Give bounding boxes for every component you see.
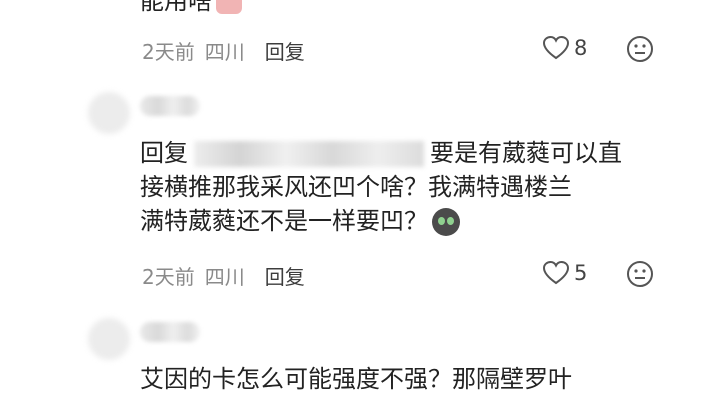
dislike-button[interactable] xyxy=(626,35,654,67)
emoji-icon xyxy=(216,0,242,14)
comment-1-text: 能用啥 xyxy=(140,0,242,18)
comment-3-text: 艾因的卡怎么可能强度不强？那隔壁罗叶 xyxy=(140,362,680,396)
comment-2-meta: 2天前 四川 回复 xyxy=(142,261,305,290)
comment-3-line-1: 艾因的卡怎么可能强度不强？那隔壁罗叶 xyxy=(140,365,572,393)
reply-button[interactable]: 回复 xyxy=(265,36,305,65)
mention-blurred[interactable] xyxy=(194,141,424,167)
like-count: 8 xyxy=(574,36,588,60)
like-count: 5 xyxy=(574,261,588,285)
comment-location: 四川 xyxy=(204,265,245,289)
comment-2-line-3: 满特葳蕤还不是一样要凹？ xyxy=(140,204,680,238)
neutral-face-icon xyxy=(627,36,653,62)
like-button[interactable]: 8 xyxy=(542,35,587,61)
avatar[interactable] xyxy=(88,92,130,134)
reply-prefix: 回复 xyxy=(140,139,188,167)
heart-icon xyxy=(542,260,570,285)
username-blurred[interactable] xyxy=(140,322,200,342)
neutral-face-icon xyxy=(627,261,653,287)
comment-1-text-tail: 能用啥 xyxy=(140,0,212,15)
comment-2-line-2: 接横推那我采风还凹个啥？我满特遇楼兰 xyxy=(140,173,572,201)
comment-2-text: 回复 要是有葳蕤可以直 接横推那我采风还凹个啥？我满特遇楼兰 满特葳蕤还不是一样要… xyxy=(140,136,680,238)
comment-time: 2天前 xyxy=(142,265,195,289)
reply-button[interactable]: 回复 xyxy=(265,261,305,290)
comment-2-line-1: 回复 要是有葳蕤可以直 xyxy=(140,139,622,167)
avatar[interactable] xyxy=(88,318,130,360)
comment-location: 四川 xyxy=(204,40,245,64)
heart-icon xyxy=(542,35,570,60)
comment-1-meta: 2天前 四川 回复 xyxy=(142,36,305,65)
username-blurred[interactable] xyxy=(140,96,200,116)
cat-emoji-icon xyxy=(432,208,460,236)
like-button[interactable]: 5 xyxy=(542,260,587,286)
dislike-button[interactable] xyxy=(626,260,654,292)
comment-time: 2天前 xyxy=(142,40,195,64)
